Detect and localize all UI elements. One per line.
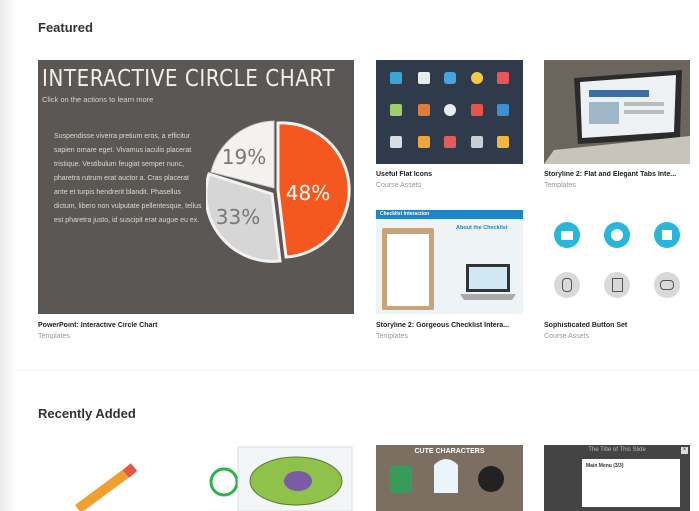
menu-title: Main Menu (3/3): [586, 463, 624, 469]
pie-button-icon: [604, 222, 630, 248]
cute-characters-label: CUTE CHARACTERS: [414, 448, 485, 455]
card-sub-checklist: Templates: [376, 333, 408, 340]
document-icon: [418, 72, 430, 84]
card-title-flat-icons[interactable]: Useful Flat Icons: [376, 171, 523, 178]
featured-card-tabs-thumbnail[interactable]: [544, 60, 690, 164]
credit-card-icon: [497, 72, 509, 84]
cell-diagram-graphic: [209, 446, 353, 511]
card-title-flat-tabs[interactable]: Storyline 2: Flat and Elegant Tabs Inte.…: [544, 171, 690, 178]
pencil-graphic: [75, 463, 138, 511]
image-icon: [390, 104, 402, 116]
disc-icon: [444, 104, 456, 116]
pct-33-label: 33%: [216, 205, 260, 229]
card-title-button-set[interactable]: Sophisticated Button Set: [544, 322, 690, 329]
page-left-shadow: [0, 0, 16, 511]
recent-card-slide-menu-thumbnail[interactable]: The Title of This Slide Main Menu (3/3) …: [544, 445, 690, 511]
document-button-icon: [604, 272, 630, 298]
book-icon: [418, 136, 430, 148]
briefcase-button-icon: [554, 222, 580, 248]
chart-icon: [497, 104, 509, 116]
card-sub-flat-icons: Course Assets: [376, 182, 422, 189]
featured-card-flat-icons-thumbnail[interactable]: [376, 60, 523, 164]
clipboard-graphic: [382, 228, 434, 310]
card-sub-circle-chart: Templates: [38, 333, 70, 340]
slide-subtitle: Click on the actions to learn more: [42, 95, 154, 104]
close-icon[interactable]: ×: [681, 447, 688, 454]
recently-added-heading: Recently Added: [38, 406, 136, 421]
mouse-button-icon: [554, 272, 580, 298]
featured-card-checklist-thumbnail[interactable]: Checklist Interaction About the Checklis…: [376, 210, 523, 314]
slide-body-text: Suspendisse viverra pretium eros, a effi…: [54, 133, 202, 224]
pct-48-label: 48%: [286, 181, 330, 205]
card-sub-button-set: Course Assets: [544, 333, 590, 340]
checklist-header-bar: Checklist Interaction: [376, 210, 523, 219]
clipboard-icon: [497, 136, 509, 148]
browser-icon: [390, 136, 402, 148]
menu-panel: Main Menu (3/3): [582, 459, 680, 507]
lightbulb-icon: [471, 72, 483, 84]
featured-card-button-set-thumbnail[interactable]: [544, 210, 690, 314]
laptop-graphic: [460, 264, 516, 300]
featured-card-circle-chart-thumbnail[interactable]: INTERACTIVE CIRCLE CHART Click on the ac…: [38, 60, 354, 314]
pct-19-label: 19%: [222, 145, 266, 169]
circle-chart-graphic: 48% 33% 19%: [206, 120, 351, 263]
recent-card-pencil-thumbnail[interactable]: [38, 445, 188, 511]
card-sub-flat-tabs: Templates: [544, 182, 576, 189]
laptop-photo: [544, 60, 690, 164]
featured-heading: Featured: [38, 20, 93, 35]
chat-button-icon: [654, 272, 680, 298]
slide-title: INTERACTIVE CIRCLE CHART: [42, 64, 336, 92]
speaker-button-icon: [654, 222, 680, 248]
checklist-about-title: About the Checklist: [456, 225, 508, 231]
briefcase-icon: [418, 104, 430, 116]
card-title-circle-chart[interactable]: PowerPoint: Interactive Circle Chart: [38, 322, 354, 329]
recent-card-cell-diagram-thumbnail[interactable]: [206, 445, 354, 511]
card-title-checklist[interactable]: Storyline 2: Gorgeous Checklist Intera..…: [376, 322, 523, 329]
lock-icon: [471, 104, 483, 116]
trash-icon: [471, 136, 483, 148]
checklist-header-text: Checklist Interaction: [380, 211, 430, 217]
camera-icon: [444, 72, 456, 84]
slide-title-text: The Title of This Slide: [588, 447, 646, 453]
monitor-icon: [390, 72, 402, 84]
section-divider: [16, 370, 699, 371]
bag-icon: [444, 136, 456, 148]
recent-card-cute-characters-thumbnail[interactable]: CUTE CHARACTERS: [376, 445, 523, 511]
